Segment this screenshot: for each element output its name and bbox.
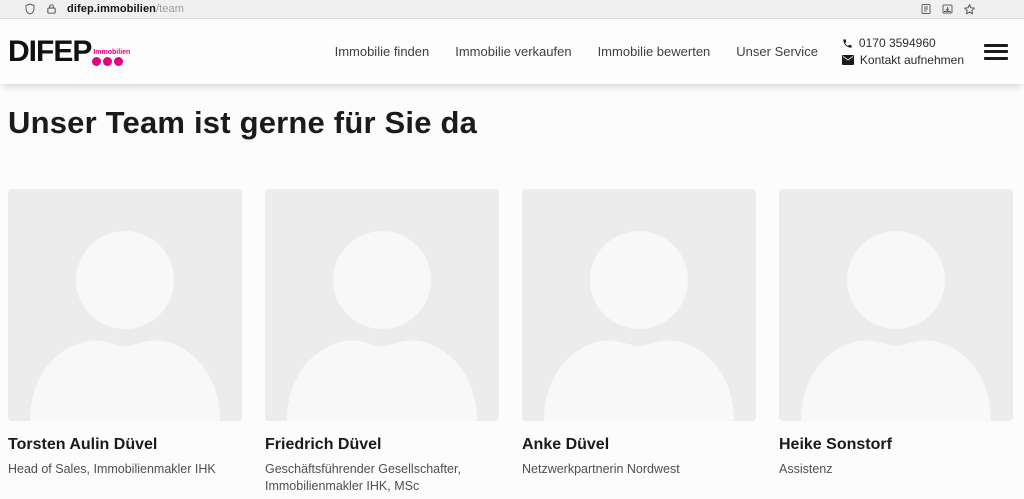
avatar-shoulders bbox=[30, 340, 220, 421]
member-name: Friedrich Düvel bbox=[265, 436, 382, 453]
shield-icon[interactable] bbox=[24, 3, 36, 15]
nav-item-immobilie-finden[interactable]: Immobilie finden bbox=[335, 44, 430, 59]
nav-item-unser-service[interactable]: Unser Service bbox=[736, 44, 818, 59]
logo-dots-icon bbox=[92, 56, 124, 66]
envelope-icon bbox=[841, 55, 854, 65]
contact-label: Kontakt aufnehmen bbox=[859, 53, 964, 67]
team-grid: Torsten Aulin Düvel Head of Sales, Immob… bbox=[8, 189, 1013, 495]
logo-immobilien-mark: Immobilien bbox=[92, 49, 130, 67]
avatar-placeholder bbox=[779, 189, 1013, 421]
nav-item-immobilie-verkaufen[interactable]: Immobilie verkaufen bbox=[455, 44, 571, 59]
main-navigation: Immobilie finden Immobilie verkaufen Imm… bbox=[335, 44, 818, 59]
logo-subtitle: Immobilien bbox=[93, 48, 131, 56]
difep-logo[interactable]: DIFEP Immobilien bbox=[8, 34, 130, 68]
avatar-head bbox=[333, 231, 431, 329]
page-content: Unser Team ist gerne für Sie da Torsten … bbox=[0, 105, 1024, 495]
team-card: Heike Sonstorf Assistenz bbox=[779, 189, 1013, 495]
site-header: DIFEP Immobilien Immobilie finden Immobi… bbox=[0, 19, 1024, 84]
member-role: Assistenz bbox=[779, 462, 833, 476]
team-card: Torsten Aulin Düvel Head of Sales, Immob… bbox=[8, 189, 242, 495]
avatar-head bbox=[847, 231, 945, 329]
member-role: Head of Sales, Immobilienmakler IHK bbox=[8, 462, 216, 476]
phone-number: 0170 3594960 bbox=[858, 36, 936, 50]
avatar-shoulders bbox=[801, 340, 991, 421]
url-domain: difep.immobilien bbox=[67, 3, 156, 15]
avatar-head bbox=[76, 231, 174, 329]
save-page-icon[interactable] bbox=[941, 3, 954, 15]
lock-icon[interactable] bbox=[46, 3, 57, 15]
avatar-placeholder bbox=[522, 189, 756, 421]
address-bar-url[interactable]: difep.immobilien/team bbox=[67, 3, 910, 15]
member-name: Torsten Aulin Düvel bbox=[8, 436, 158, 453]
avatar-placeholder bbox=[265, 189, 499, 421]
header-contact-block: 0170 3594960 Kontakt aufnehmen bbox=[841, 36, 964, 67]
avatar-shoulders bbox=[544, 340, 734, 421]
member-name: Heike Sonstorf bbox=[779, 436, 892, 453]
browser-url-bar[interactable]: difep.immobilien/team bbox=[0, 0, 1024, 19]
team-card: Friedrich Düvel Geschäftsführender Gesel… bbox=[265, 189, 499, 495]
member-name: Anke Düvel bbox=[522, 436, 610, 453]
avatar-head bbox=[590, 231, 688, 329]
team-card: Anke Düvel Netzwerkpartnerin Nordwest bbox=[522, 189, 756, 495]
member-role: Geschäftsführender Gesellschafter, Immob… bbox=[265, 462, 461, 493]
logo-wordmark: DIFEP bbox=[8, 34, 92, 68]
contact-link[interactable]: Kontakt aufnehmen bbox=[841, 53, 964, 67]
nav-item-immobilie-bewerten[interactable]: Immobilie bewerten bbox=[598, 44, 711, 59]
avatar-shoulders bbox=[287, 340, 477, 421]
reader-mode-icon[interactable] bbox=[920, 3, 932, 15]
phone-link[interactable]: 0170 3594960 bbox=[842, 36, 964, 50]
member-role: Netzwerkpartnerin Nordwest bbox=[522, 462, 680, 476]
phone-icon bbox=[843, 38, 852, 48]
avatar-placeholder bbox=[8, 189, 242, 421]
hamburger-menu-icon[interactable] bbox=[984, 43, 1008, 60]
url-path: /team bbox=[156, 3, 185, 15]
page-title: Unser Team ist gerne für Sie da bbox=[8, 105, 478, 140]
bookmark-star-icon[interactable] bbox=[963, 3, 976, 16]
